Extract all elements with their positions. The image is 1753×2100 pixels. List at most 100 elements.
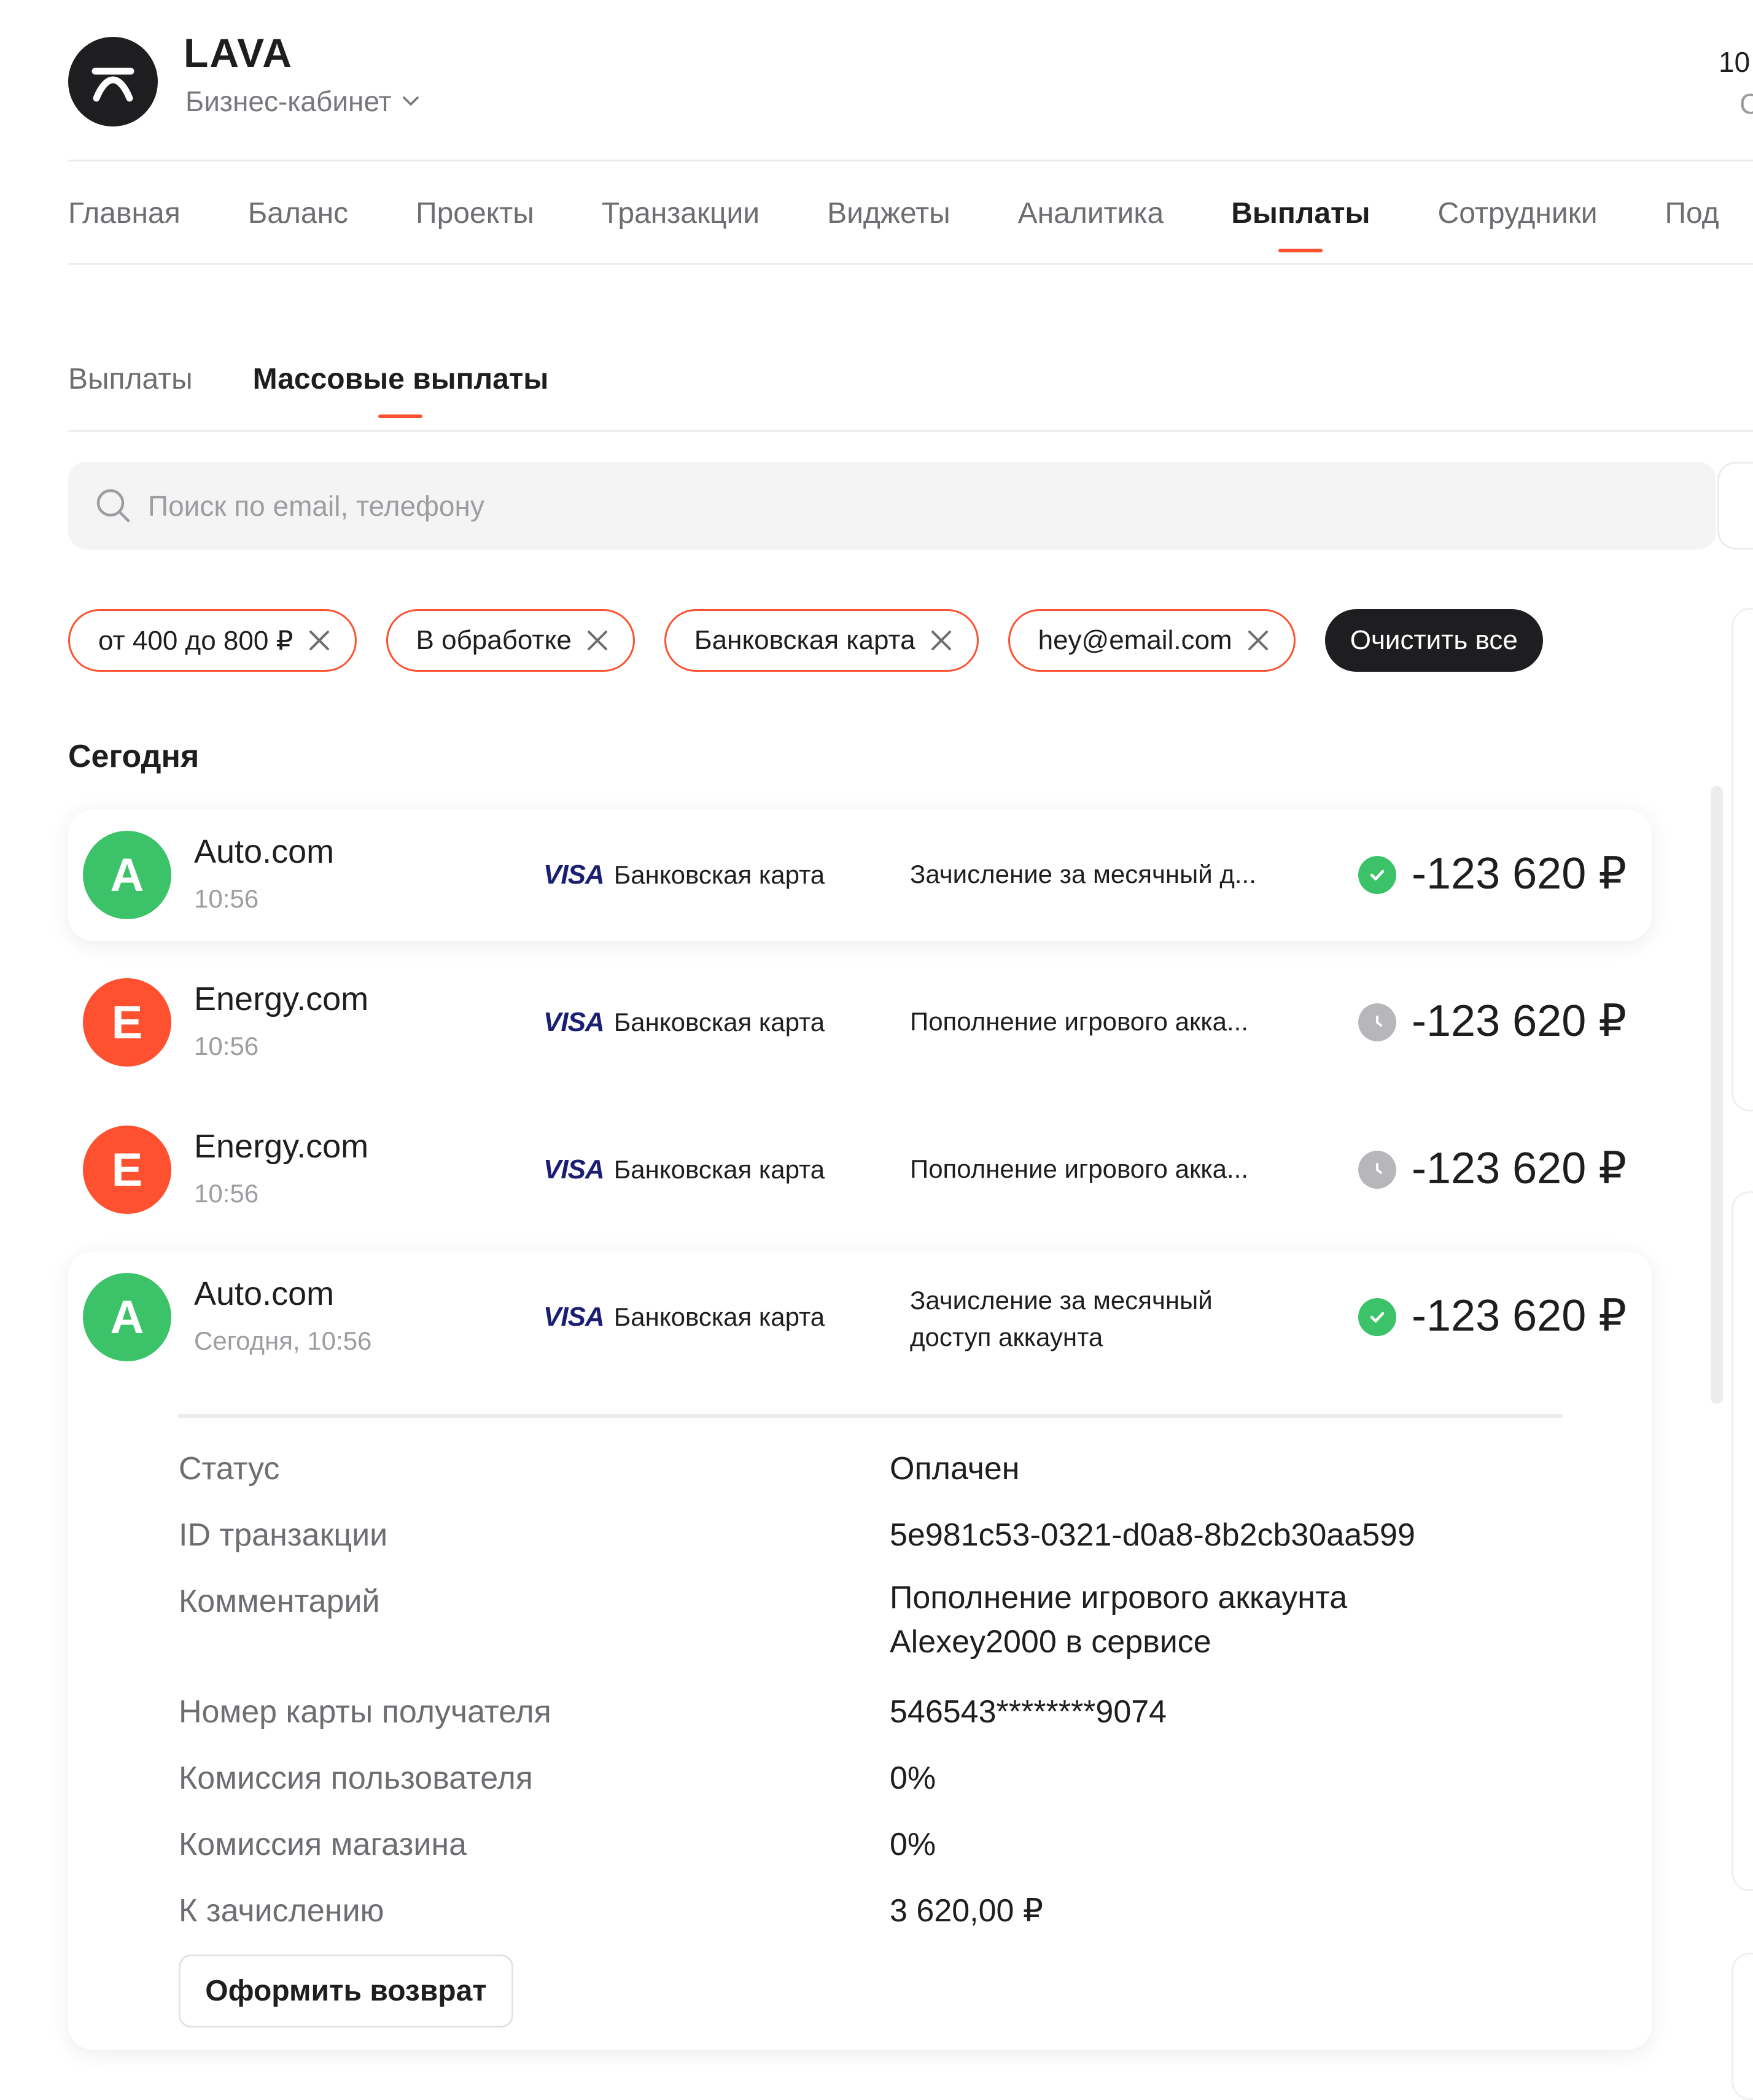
merchant-name: Auto.com [194, 1275, 335, 1312]
detail-value-shop-fee: 0% [890, 1827, 936, 1862]
payout-time: 10:56 [194, 1032, 259, 1060]
filter-chip-method[interactable]: Банковская карта [664, 609, 979, 672]
chevron-down-icon [402, 96, 419, 106]
detail-label-shop-fee: Комиссия магазина [179, 1827, 467, 1862]
search-icon [96, 489, 130, 522]
merchant-name: Energy.com [194, 981, 369, 1017]
lava-logo-icon [91, 68, 134, 102]
payout-description-line: Зачисление за месячный [910, 1286, 1213, 1315]
detail-label-txid: ID транзакции [179, 1517, 388, 1553]
merchant-name: Energy.com [194, 1128, 369, 1165]
payout-description-line: доступ аккаунта [910, 1323, 1103, 1351]
merchant-avatar: E [83, 1126, 171, 1214]
visa-icon: VISA [543, 1302, 605, 1332]
detail-label-card: Номер карты получателя [179, 1694, 551, 1730]
tab-payouts[interactable]: Выплаты [68, 362, 193, 396]
details-divider [177, 1414, 1563, 1418]
header-right-caption: С [1739, 88, 1753, 120]
payment-method: Банковская карта [613, 1008, 825, 1036]
clock-icon [1358, 1003, 1396, 1041]
cabinet-switcher[interactable]: Бизнес-кабинет [185, 85, 420, 118]
subtabs-divider [68, 430, 1753, 432]
nav-item-employees[interactable]: Сотрудники [1438, 196, 1598, 230]
filter-chip-label: от 400 до 800 ₽ [98, 625, 293, 656]
merchant-avatar: A [83, 1273, 171, 1361]
nav-divider [68, 263, 1753, 265]
detail-value-comment: Alexey2000 в сервисе [890, 1624, 1211, 1660]
close-icon[interactable] [1246, 628, 1270, 653]
side-panel-card [1732, 1953, 1753, 2100]
payout-amount: -123 620 ₽ [1412, 1291, 1627, 1340]
detail-value-status: Оплачен [890, 1451, 1020, 1487]
payout-time: Сегодня, 10:56 [194, 1326, 372, 1355]
brand-name: LAVA [184, 30, 293, 76]
main-nav: Главная Баланс Проекты Транзакции Виджет… [68, 196, 1753, 230]
check-icon [1358, 856, 1396, 894]
filter-chip-label: Банковская карта [694, 625, 915, 655]
cabinet-label: Бизнес-кабинет [185, 85, 392, 117]
merchant-avatar: A [83, 831, 171, 919]
nav-item-balance[interactable]: Баланс [248, 196, 348, 230]
header-divider [68, 160, 1753, 161]
close-icon[interactable] [585, 628, 610, 653]
payment-method: Банковская карта [613, 860, 825, 889]
filter-chip-status[interactable]: В обработке [386, 609, 635, 672]
close-icon[interactable] [307, 628, 332, 653]
detail-value-comment: Пополнение игрового аккаунта [890, 1580, 1348, 1616]
list-scrollbar[interactable] [1711, 786, 1723, 1404]
payout-amount: -123 620 ₽ [1412, 997, 1627, 1046]
nav-item-analytics[interactable]: Аналитика [1018, 196, 1164, 230]
payout-time: 10:56 [194, 884, 259, 913]
clear-all-button[interactable]: Очистить все [1324, 609, 1543, 672]
nav-item-transactions[interactable]: Транзакции [602, 196, 760, 230]
nav-item-more[interactable]: Под [1665, 196, 1719, 230]
visa-icon: VISA [543, 860, 605, 890]
check-icon [1358, 1298, 1396, 1336]
payout-description: Пополнение игрового акка... [910, 1007, 1248, 1036]
detail-value-txid: 5e981c53-0321-d0a8-8b2cb30aa599 [890, 1517, 1415, 1553]
nav-item-payouts[interactable]: Выплаты [1231, 196, 1370, 230]
detail-value-user-fee: 0% [890, 1760, 936, 1796]
payout-amount: -123 620 ₽ [1412, 849, 1627, 898]
detail-label-credit: К зачислению [179, 1893, 384, 1929]
payout-row[interactable]: A Auto.com 10:56 VISA Банковская карта З… [68, 809, 1652, 941]
side-panel-card [1732, 1191, 1753, 1891]
nav-item-home[interactable]: Главная [68, 196, 181, 230]
payout-row[interactable]: E Energy.com 10:56 VISA Банковская карта… [68, 957, 1652, 1088]
payment-method: Банковская карта [613, 1302, 825, 1331]
payment-method: Банковская карта [613, 1155, 825, 1184]
filter-chips: от 400 до 800 ₽ В обработке Банковская к… [68, 609, 1543, 672]
detail-label-user-fee: Комиссия пользователя [179, 1760, 533, 1796]
filter-chip-email[interactable]: hey@email.com [1008, 609, 1296, 672]
payout-amount: -123 620 ₽ [1412, 1144, 1627, 1193]
payout-time: 10:56 [194, 1179, 259, 1208]
merchant-name: Auto.com [194, 833, 335, 870]
detail-value-card: 546543********9074 [890, 1694, 1167, 1730]
detail-value-credit: 3 620,00 ₽ [890, 1893, 1043, 1929]
close-icon[interactable] [929, 628, 954, 653]
filter-chip-amount[interactable]: от 400 до 800 ₽ [68, 609, 357, 672]
filter-button[interactable] [1717, 462, 1753, 550]
visa-icon: VISA [543, 1007, 605, 1037]
payout-row-expanded[interactable]: A Auto.com Сегодня, 10:56 VISA Банковска… [68, 1251, 1652, 2050]
tab-mass-payouts[interactable]: Массовые выплаты [253, 362, 549, 396]
filter-chip-label: В обработке [416, 625, 572, 655]
detail-label-status: Статус [179, 1451, 280, 1487]
header-right-value: 10 [1719, 46, 1751, 78]
merchant-avatar: E [83, 978, 171, 1067]
section-title-today: Сегодня [68, 739, 200, 774]
side-panel-card [1732, 608, 1753, 1111]
nav-item-widgets[interactable]: Виджеты [827, 196, 950, 230]
payout-row[interactable]: E Energy.com 10:56 VISA Банковская карта… [68, 1104, 1652, 1235]
filter-chip-label: hey@email.com [1038, 625, 1232, 655]
visa-icon: VISA [543, 1154, 605, 1184]
subtabs: Выплаты Массовые выплаты [68, 362, 608, 396]
refund-button[interactable]: Оформить возврат [179, 1954, 513, 2028]
payout-description: Зачисление за месячный д... [910, 860, 1256, 889]
lava-logo [68, 37, 158, 126]
search-bar [68, 462, 1716, 550]
nav-item-projects[interactable]: Проекты [416, 196, 534, 230]
clock-icon [1358, 1151, 1396, 1189]
search-input[interactable] [147, 488, 1623, 523]
payout-description: Пополнение игрового акка... [910, 1154, 1248, 1183]
